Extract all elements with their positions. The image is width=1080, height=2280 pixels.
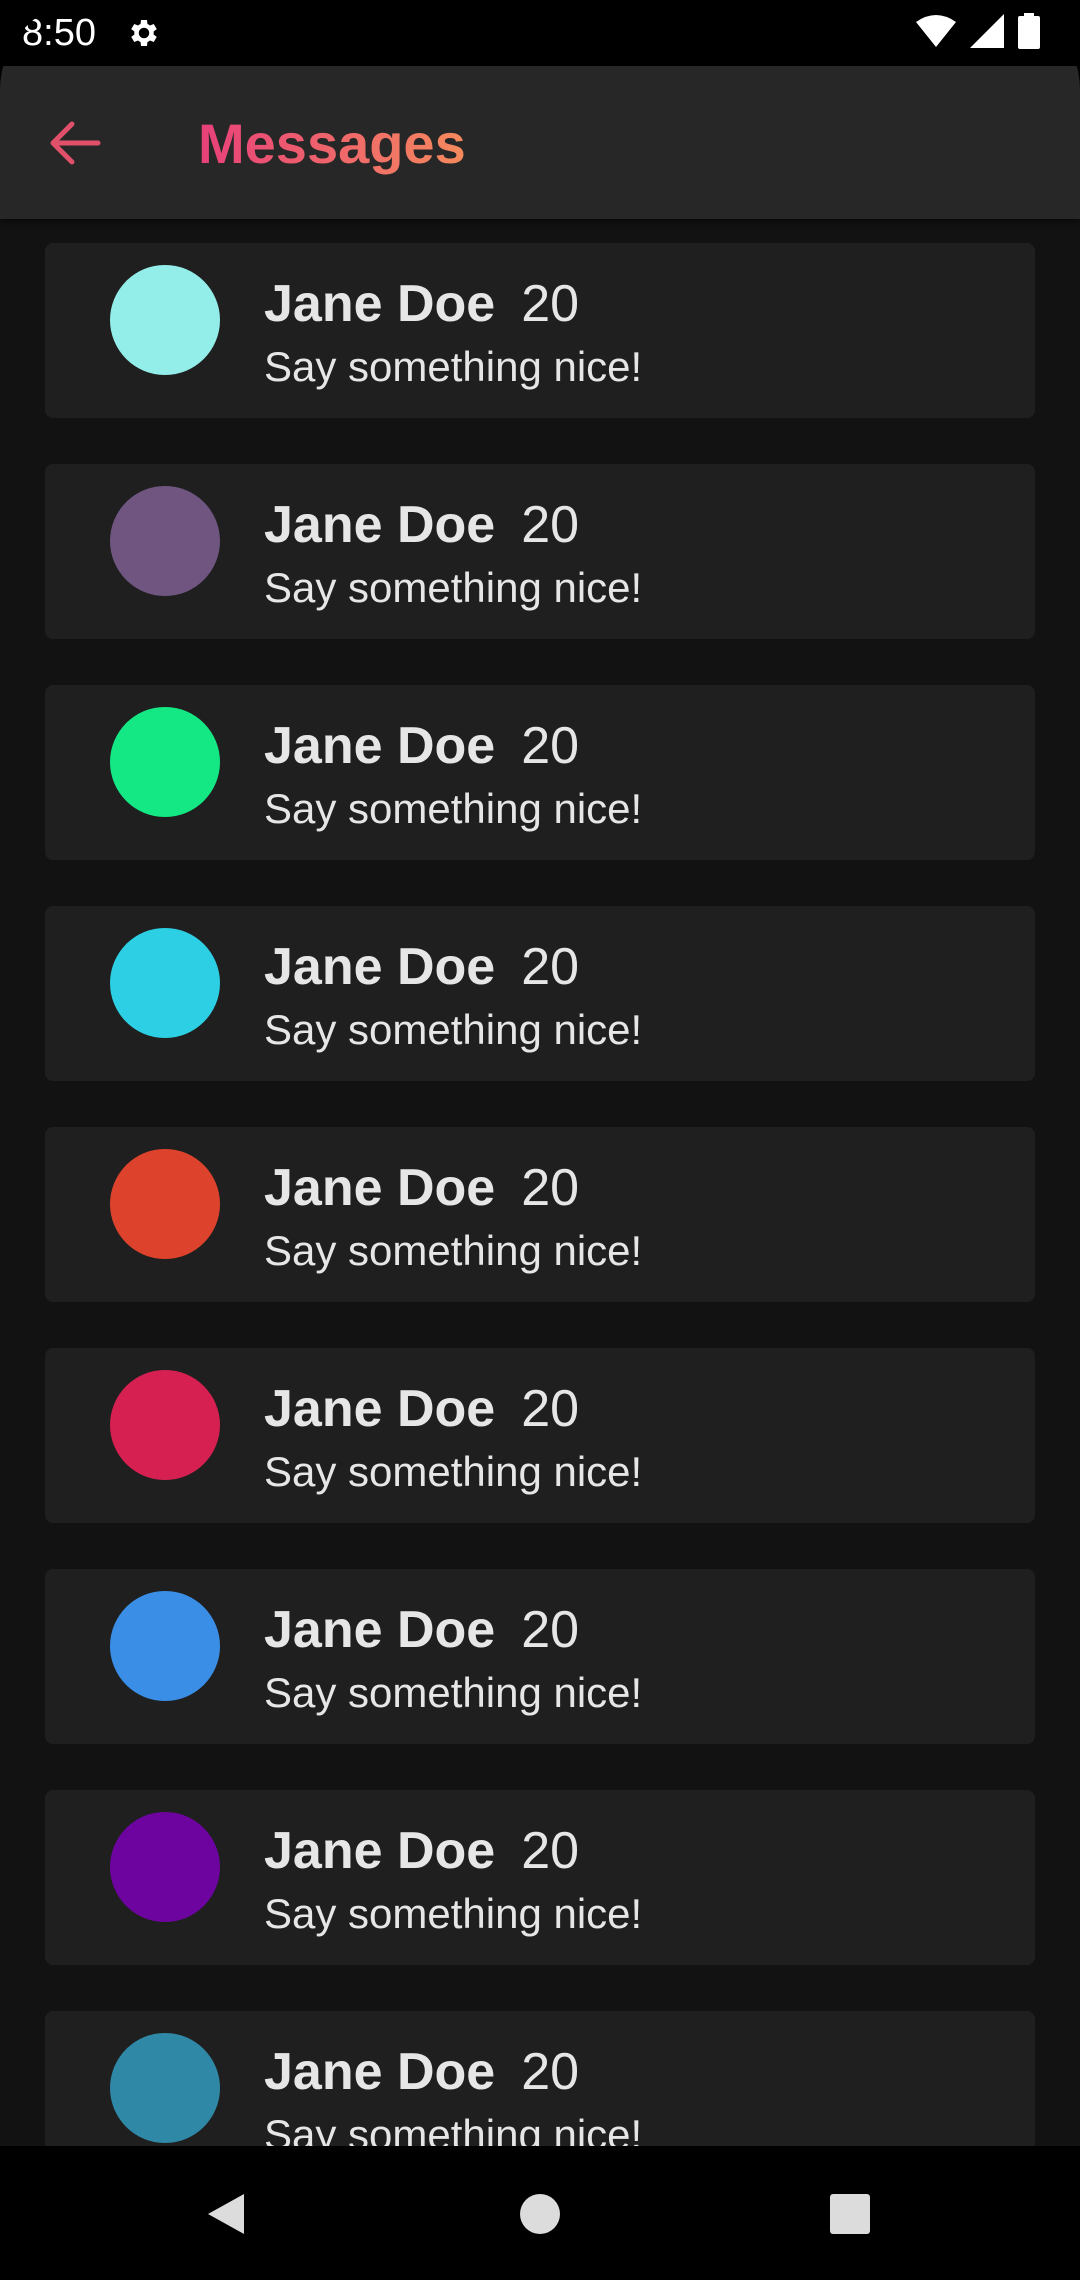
nav-recents-button[interactable] [810,2174,890,2254]
contact-age: 20 [521,1380,580,1438]
message-preview: Say something nice! [264,1006,643,1053]
contact-age: 20 [521,2043,580,2101]
message-preview: Say something nice! [264,1669,643,1716]
contact-age: 20 [521,496,580,554]
avatar [110,486,220,596]
contact-name: Jane Doe [264,717,496,775]
home-circle-icon [520,2194,560,2234]
contact-age: 20 [521,938,580,996]
avatar [110,265,220,375]
contact-name: Jane Doe [264,1601,496,1659]
back-button[interactable] [40,112,110,174]
message-card[interactable]: Jane Doe 20 Say something nice! [45,1569,1035,1744]
name-age-line: Jane Doe 20 [264,2041,579,2103]
avatar [110,1370,220,1480]
contact-age: 20 [521,1822,580,1880]
wifi-icon [916,14,956,53]
contact-age: 20 [521,717,580,775]
settings-gear-icon [126,15,162,51]
status-time: 8:50 [22,12,96,54]
message-card[interactable]: Jane Doe 20 Say something nice! [45,2011,1035,2146]
message-card[interactable]: Jane Doe 20 Say something nice! [45,1127,1035,1302]
status-bar: 8:50 [0,0,1080,66]
avatar [110,928,220,1038]
name-age-line: Jane Doe 20 [264,1820,579,1882]
back-triangle-icon [208,2194,244,2234]
avatar [110,707,220,817]
contact-name: Jane Doe [264,1159,496,1217]
avatar [110,2033,220,2143]
navigation-bar [0,2146,1080,2280]
contact-name: Jane Doe [264,2043,496,2101]
status-icons [916,12,1040,54]
battery-icon [1018,12,1040,54]
contact-age: 20 [521,1601,580,1659]
message-list[interactable]: Jane Doe 20 Say something nice! Jane Doe 20 S… [0,219,1080,2146]
message-card[interactable]: Jane Doe 20 Say something nice! [45,1348,1035,1523]
message-preview: Say something nice! [264,564,643,611]
contact-name: Jane Doe [264,1822,496,1880]
message-preview: Say something nice! [264,1448,643,1495]
contact-name: Jane Doe [264,1380,496,1438]
message-card[interactable]: Jane Doe 20 Say something nice! [45,243,1035,418]
page-title: Messages [198,108,466,180]
contact-age: 20 [521,1159,580,1217]
message-preview: Say something nice! [264,343,643,390]
contact-age: 20 [521,275,580,333]
message-preview: Say something nice! [264,785,643,832]
message-preview: Say something nice! [264,1890,643,1937]
name-age-line: Jane Doe 20 [264,1378,579,1440]
message-card[interactable]: Jane Doe 20 Say something nice! [45,464,1035,639]
name-age-line: Jane Doe 20 [264,1157,579,1219]
message-preview: Say something nice! [264,1227,643,1274]
name-age-line: Jane Doe 20 [264,715,579,777]
arrow-left-icon [50,121,101,165]
name-age-line: Jane Doe 20 [264,1599,579,1661]
cellular-signal-icon [970,13,1004,53]
name-age-line: Jane Doe 20 [264,494,579,556]
recents-square-icon [830,2194,870,2234]
message-preview: Say something nice! [264,2111,643,2146]
avatar [110,1149,220,1259]
app-bar: Messages [0,66,1080,219]
message-card[interactable]: Jane Doe 20 Say something nice! [45,1790,1035,1965]
contact-name: Jane Doe [264,275,496,333]
nav-home-button[interactable] [500,2174,580,2254]
avatar [110,1591,220,1701]
name-age-line: Jane Doe 20 [264,936,579,998]
contact-name: Jane Doe [264,496,496,554]
name-age-line: Jane Doe 20 [264,273,579,335]
nav-back-button[interactable] [186,2174,266,2254]
contact-name: Jane Doe [264,938,496,996]
message-card[interactable]: Jane Doe 20 Say something nice! [45,685,1035,860]
message-card[interactable]: Jane Doe 20 Say something nice! [45,906,1035,1081]
avatar [110,1812,220,1922]
phone-screen: 8:50 Messages Jane Doe 20 Say something … [0,0,1080,2280]
